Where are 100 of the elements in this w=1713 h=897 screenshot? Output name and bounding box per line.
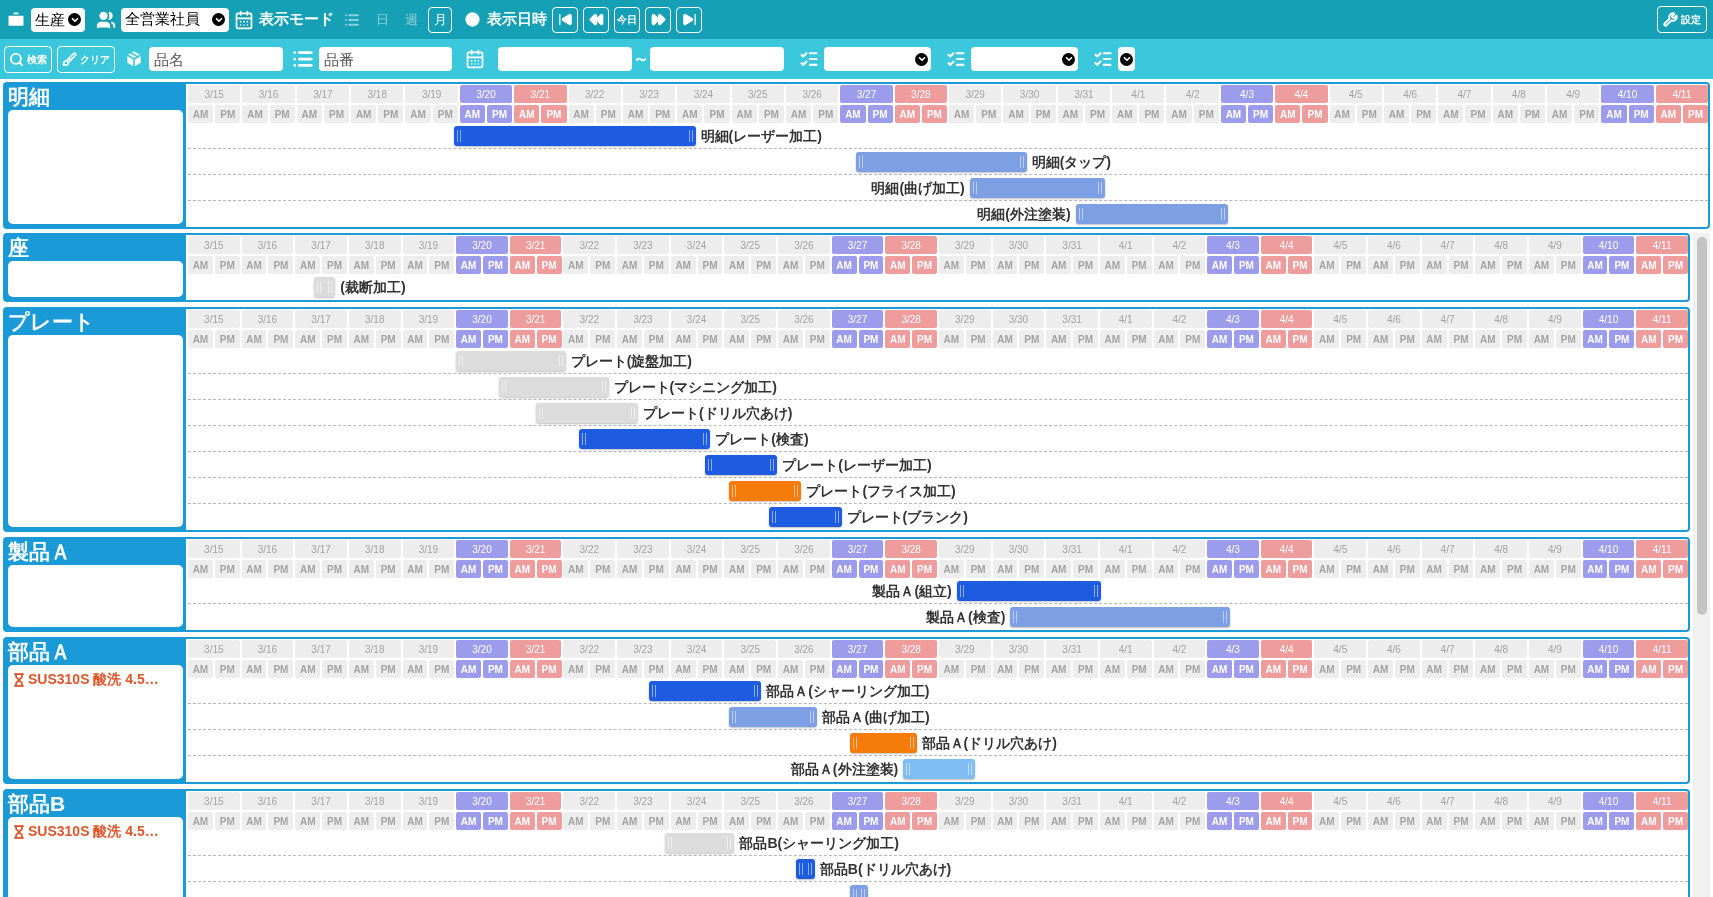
am-header: AM <box>1636 660 1662 678</box>
task-label: プレート(マシニング加工) <box>613 378 777 397</box>
date-header: 3/22 <box>563 640 616 658</box>
pm-header: PM <box>483 560 508 578</box>
today-button[interactable]: 今日 <box>614 6 640 33</box>
pm-header: PM <box>697 330 723 348</box>
date-header: 4/11 <box>1636 310 1688 328</box>
view-mode-button[interactable]: 日 <box>370 6 394 33</box>
pm-header: PM <box>1628 105 1654 123</box>
date-header: 3/20 <box>456 310 508 328</box>
gantt-bar[interactable] <box>956 581 1102 601</box>
date-header: 4/5 <box>1314 640 1367 658</box>
pm-header: PM <box>1234 812 1259 830</box>
pm-header: PM <box>1234 660 1259 678</box>
am-header: AM <box>1099 256 1125 274</box>
am-header: AM <box>724 560 750 578</box>
dropdown-icon <box>212 13 225 26</box>
date-header: 4/2 <box>1153 310 1206 328</box>
pm-header: PM <box>1411 105 1437 123</box>
filter-select[interactable] <box>971 47 1078 71</box>
date-header: 4/11 <box>1636 792 1688 810</box>
staff-select[interactable]: 全営業社員 <box>121 7 229 32</box>
scrollbar[interactable] <box>1693 233 1710 897</box>
am-header: AM <box>402 330 428 348</box>
gantt-bar[interactable] <box>579 429 711 449</box>
date-header: 3/19 <box>405 85 458 103</box>
division-select[interactable]: 生産 <box>31 7 85 32</box>
section-title: 座 <box>8 235 30 261</box>
pm-header: PM <box>429 660 455 678</box>
pm-header: PM <box>1448 660 1474 678</box>
pm-header: PM <box>322 660 347 678</box>
filter-select[interactable] <box>1118 47 1135 71</box>
task-label: プレート(検査) <box>715 430 809 449</box>
am-header: AM <box>188 105 214 123</box>
date-header: 3/23 <box>617 310 669 328</box>
date-nav-button[interactable] <box>552 6 578 33</box>
pm-header: PM <box>704 105 730 123</box>
pm-header: PM <box>483 256 508 274</box>
start-date-field[interactable] <box>498 47 632 71</box>
display-mode-label: 表示モード <box>259 9 334 30</box>
name-field[interactable]: 品名 <box>149 47 283 71</box>
pm-header: PM <box>1502 560 1528 578</box>
date-header: 3/22 <box>563 310 616 328</box>
date-header: 3/22 <box>563 792 616 810</box>
part-number-field[interactable]: 品番 <box>319 47 452 71</box>
pm-header: PM <box>1555 560 1581 578</box>
view-mode-button[interactable]: 月 <box>428 6 452 33</box>
pm-header: PM <box>268 812 294 830</box>
am-header: AM <box>1636 812 1662 830</box>
am-header: AM <box>831 560 857 578</box>
material-note: SUS310S 酸洗 4.5… <box>28 670 159 689</box>
am-header: AM <box>1636 256 1662 274</box>
pm-header: PM <box>322 330 347 348</box>
pm-header: PM <box>751 560 777 578</box>
date-header: 4/10 <box>1582 310 1635 328</box>
am-header: AM <box>1314 812 1340 830</box>
date-nav-button[interactable] <box>676 6 702 33</box>
settings-button[interactable]: 設定 <box>1657 6 1707 33</box>
task-label: 部品Ａ(ドリル穴あけ) <box>921 734 1057 753</box>
view-mode-button[interactable]: 週 <box>399 6 423 33</box>
gantt-bar[interactable] <box>648 681 762 701</box>
wrench-icon <box>1663 12 1678 27</box>
date-header: 4/2 <box>1166 85 1219 103</box>
pm-header: PM <box>751 812 777 830</box>
pm-header: PM <box>1180 560 1206 578</box>
am-header: AM <box>1636 330 1662 348</box>
date-header: 4/2 <box>1153 792 1206 810</box>
clear-button[interactable]: クリア <box>57 45 115 73</box>
skip-back-icon <box>557 12 573 27</box>
date-header: 4/1 <box>1099 792 1152 810</box>
date-header: 3/30 <box>992 540 1045 558</box>
gantt-bar[interactable] <box>769 507 842 527</box>
date-nav-button[interactable] <box>645 6 671 33</box>
date-header: 4/10 <box>1582 792 1635 810</box>
am-header: AM <box>1529 256 1554 274</box>
am-header: AM <box>241 660 267 678</box>
am-header: AM <box>1153 812 1179 830</box>
am-header: AM <box>348 330 374 348</box>
am-header: AM <box>1529 660 1554 678</box>
am-header: AM <box>456 812 482 830</box>
date-header: 4/3 <box>1207 792 1259 810</box>
gantt-bar[interactable] <box>704 455 778 475</box>
pm-header: PM <box>429 256 455 274</box>
am-header: AM <box>1582 660 1608 678</box>
am-header: AM <box>241 560 267 578</box>
dropdown-icon <box>1120 52 1133 66</box>
date-header: 4/6 <box>1368 792 1420 810</box>
scrollbar-thumb[interactable] <box>1696 237 1707 615</box>
pm-header: PM <box>1663 330 1688 348</box>
gantt-bar[interactable] <box>796 859 815 879</box>
pm-header: PM <box>858 812 884 830</box>
filter-select[interactable] <box>824 47 931 71</box>
date-header: 3/19 <box>402 640 455 658</box>
end-date-field[interactable] <box>650 47 784 71</box>
pm-header: PM <box>483 812 508 830</box>
am-header: AM <box>1220 105 1246 123</box>
pm-header: PM <box>1019 330 1045 348</box>
am-header: AM <box>563 256 589 274</box>
date-nav-button[interactable] <box>583 6 609 33</box>
search-button[interactable]: 検索 <box>4 45 52 73</box>
